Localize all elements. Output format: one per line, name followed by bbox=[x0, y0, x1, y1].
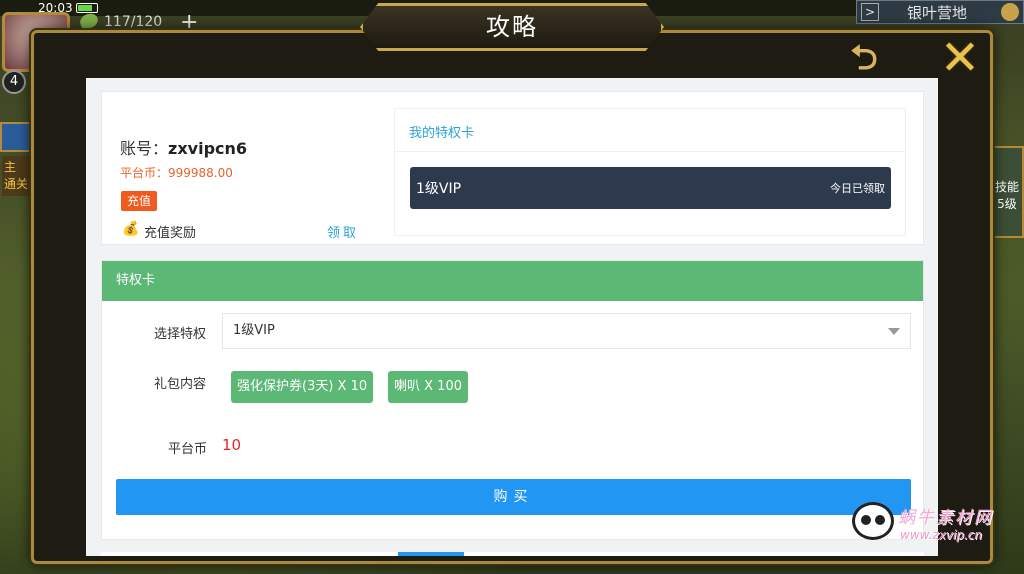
camp-label: 银叶营地 bbox=[907, 4, 968, 22]
watermark-url: www.zxvip.cn bbox=[900, 528, 982, 542]
select-privilege-label: 选择特权 bbox=[154, 327, 207, 342]
my-cards-panel: 我的特权卡 1级VIP 今日已领取 bbox=[394, 108, 906, 236]
watermark-panda-icon bbox=[852, 502, 894, 540]
privilege-header: 特权卡 bbox=[102, 261, 923, 301]
account-id-value: zxvipcn6 bbox=[168, 139, 248, 158]
dialog-title: 攻略 bbox=[360, 3, 664, 51]
divider bbox=[395, 151, 905, 152]
gift-content-label: 礼包内容 bbox=[154, 377, 207, 392]
skill-text: 技能 5级 bbox=[994, 180, 1019, 211]
recharge-reward-label: 充值奖励 bbox=[144, 226, 197, 241]
my-cards-title: 我的特权卡 bbox=[409, 126, 475, 141]
next-section-peek bbox=[101, 552, 924, 556]
gift-item: 强化保护券(3天) X 10 bbox=[231, 371, 374, 403]
battery-icon bbox=[76, 3, 98, 13]
vip-card-item[interactable]: 1级VIP 今日已领取 bbox=[410, 167, 891, 209]
privilege-select-value: 1级VIP bbox=[233, 323, 275, 338]
player-level-badge: 4 bbox=[2, 70, 26, 94]
main-quest-text: 主 通关 bbox=[4, 160, 29, 191]
chevron-down-icon bbox=[888, 328, 900, 335]
account-card: 账号：zxvipcn6 平台币：999988.00 充值 💰 充值奖励 领取 我… bbox=[101, 91, 924, 245]
side-menu-button[interactable] bbox=[0, 122, 34, 152]
watermark-title: 蜗牛素材网 bbox=[898, 508, 993, 528]
camp-panel[interactable]: > 银叶营地 bbox=[856, 0, 1024, 24]
buy-button[interactable]: 购买 bbox=[116, 479, 911, 515]
web-content: 账号：zxvipcn6 平台币：999988.00 充值 💰 充值奖励 领取 我… bbox=[86, 78, 938, 556]
gear-icon[interactable] bbox=[1001, 3, 1019, 21]
account-id: 账号：zxvipcn6 bbox=[120, 135, 247, 159]
next-section-tab[interactable] bbox=[398, 552, 464, 556]
close-x-icon[interactable]: ✕ bbox=[936, 34, 984, 82]
gift-item: 喇叭 X 100 bbox=[388, 371, 468, 403]
account-id-label: 账号： bbox=[120, 139, 169, 158]
skill-button[interactable]: 技能 5级 bbox=[990, 146, 1024, 238]
vip-card-name: 1级VIP bbox=[416, 181, 462, 197]
privilege-card-panel: 特权卡 选择特权 1级VIP 礼包内容 强化保护券(3天) X 10 喇叭 X … bbox=[101, 260, 924, 540]
back-arrow-icon[interactable]: ⮌ bbox=[834, 38, 894, 78]
vip-card-status: 今日已领取 bbox=[830, 182, 885, 195]
platform-coin-balance: 平台币：999988.00 bbox=[120, 166, 233, 180]
platform-coin-price: 10 bbox=[222, 436, 242, 454]
expand-arrow-icon[interactable]: > bbox=[861, 3, 879, 21]
claim-reward-link[interactable]: 领取 bbox=[327, 222, 359, 241]
money-bag-icon: 💰 bbox=[122, 221, 140, 237]
recharge-button[interactable]: 充值 bbox=[121, 191, 157, 211]
stamina-counter: 117/120 bbox=[104, 14, 163, 30]
platform-coin-label: 平台币 bbox=[168, 442, 208, 457]
privilege-select[interactable]: 1级VIP bbox=[222, 313, 911, 349]
main-quest-tab[interactable]: 主 通关 bbox=[2, 156, 34, 196]
